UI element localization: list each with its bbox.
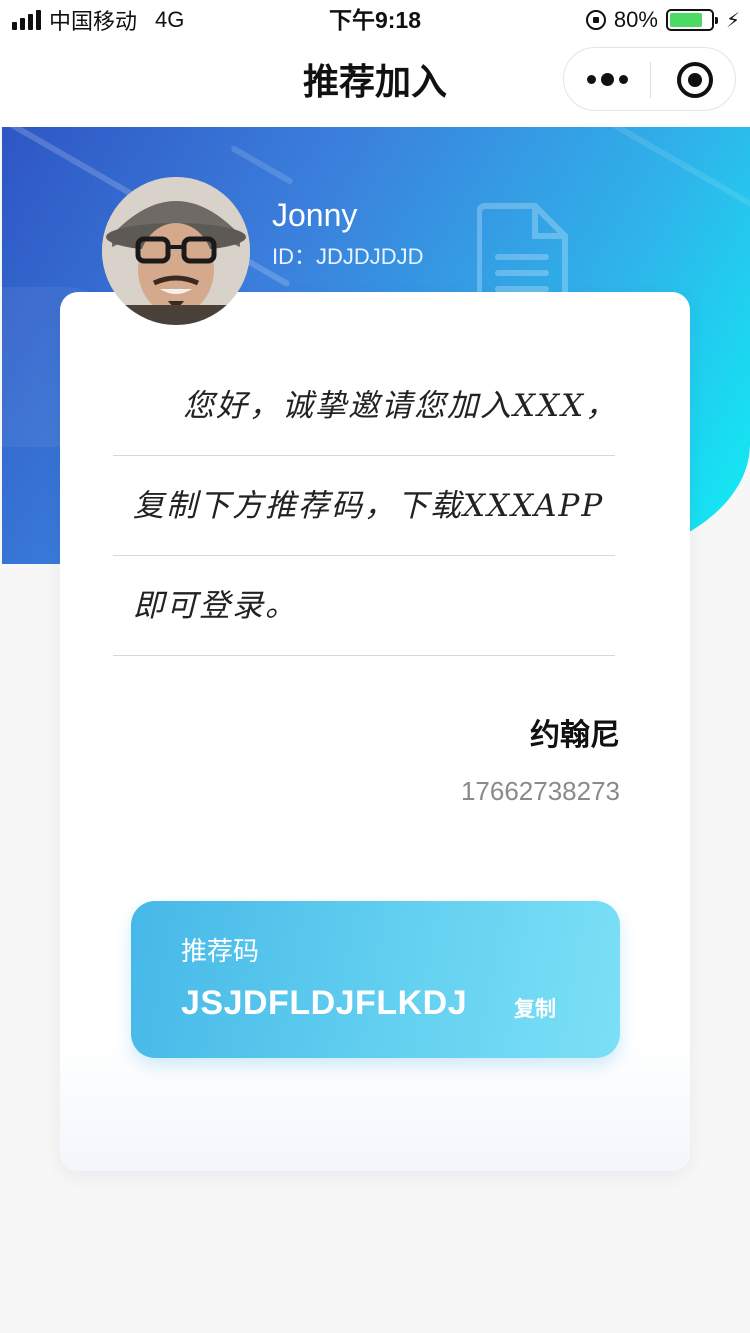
invitation-card: 您好，诚挚邀请您加入XXX， 复制下方推荐码，下载XXXAPP 即可登录。 约翰… [60,292,690,1171]
avatar [102,177,250,325]
close-mini-program-icon[interactable] [677,62,713,98]
status-bar: 中国移动 4G 下午9:18 80% ⚡︎ [0,0,750,40]
nav-bar: 推荐加入 [0,40,750,127]
battery-percent: 80% [613,7,658,32]
decor-streak [230,144,294,186]
battery-icon [665,9,718,31]
avatar-portrait [102,177,250,325]
status-right: 80% ⚡︎ [585,6,740,34]
orientation-lock-icon [585,10,606,30]
referral-code-value: JSJDFLDJFLKDJ [181,984,468,1022]
mini-program-capsule [563,47,736,111]
letter-line: 即可登录。 [113,556,615,656]
profile-id: ID：JDJDJDJD [272,244,424,269]
referral-code-label: 推荐码 [181,936,260,966]
letter-line: 复制下方推荐码，下载XXXAPP [113,456,615,556]
copy-button[interactable]: 复制 [514,993,556,1023]
referral-code-box: 推荐码 JSJDFLDJFLKDJ 复制 [131,901,620,1058]
profile-name: Jonny [272,197,358,233]
signer-name: 约翰尼 [530,719,620,752]
capsule-divider [650,62,651,98]
more-icon[interactable] [564,48,650,110]
letter-line: 您好，诚挚邀请您加入XXX， [113,356,616,456]
decor-streak [577,127,750,238]
charging-bolt-icon: ⚡︎ [725,9,740,32]
signer-phone: 17662738273 [460,776,620,806]
